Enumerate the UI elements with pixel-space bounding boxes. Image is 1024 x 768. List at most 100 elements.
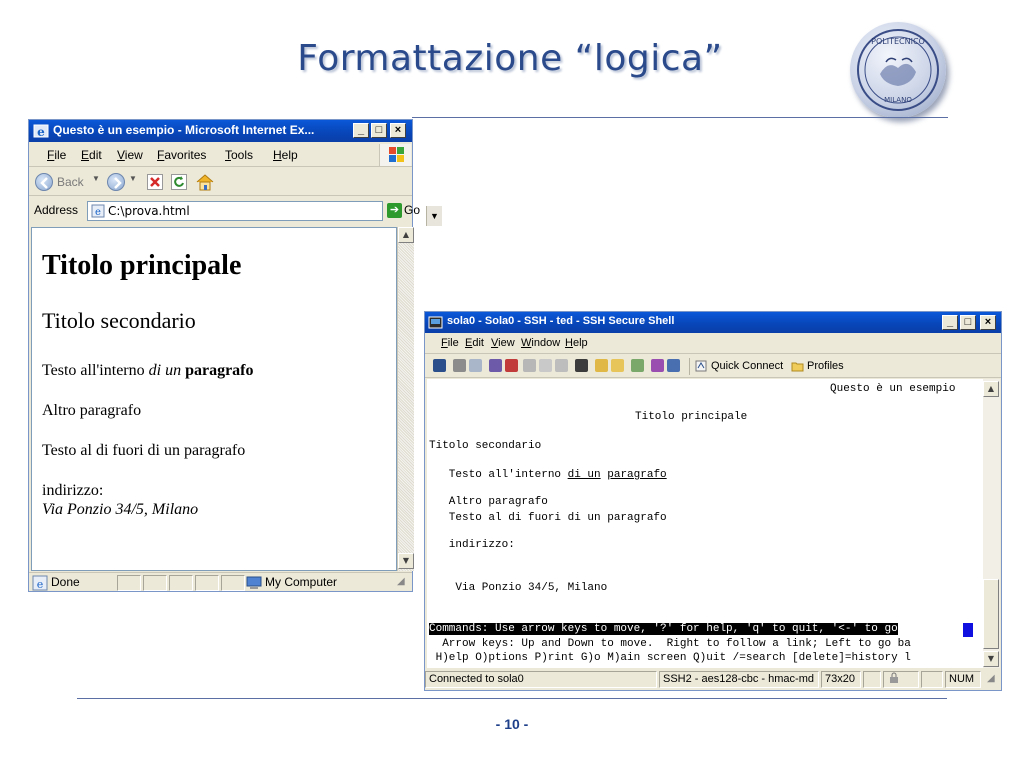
print-icon[interactable]	[453, 359, 466, 372]
profiles-button[interactable]: Profiles	[807, 360, 844, 372]
stop-icon[interactable]	[147, 174, 163, 190]
terminal-line: H)elp O)ptions P)rint G)o M)ain screen Q…	[429, 652, 911, 664]
resize-grip-icon[interactable]: ◢	[987, 673, 995, 684]
status-cell	[883, 671, 919, 688]
go-label: Go	[404, 203, 421, 217]
save-icon[interactable]	[433, 359, 446, 372]
terminal-size: 73x20	[821, 671, 861, 688]
back-button-label[interactable]: Back	[57, 175, 84, 189]
refresh-icon[interactable]	[171, 174, 187, 190]
scroll-down-icon[interactable]: ▼	[983, 651, 999, 667]
ssh-app-icon	[428, 316, 443, 329]
connection-status: Connected to sola0	[425, 671, 657, 688]
status-cell	[143, 575, 167, 591]
maximize-icon[interactable]: □	[960, 315, 976, 330]
status-cell	[169, 575, 193, 591]
terminal-command-bar: Commands: Use arrow keys to move, '?' fo…	[429, 623, 898, 635]
ie-page-content: Titolo principale Titolo secondario Test…	[31, 227, 397, 571]
svg-text:e: e	[37, 125, 45, 139]
num-lock-status: NUM	[945, 671, 981, 688]
go-arrow-icon: ➔	[387, 203, 402, 218]
ie-status-bar: e Done My Computer ◢	[29, 572, 412, 592]
address-bar: Address e C:\prova.html ▼ ➔ Go	[29, 197, 442, 226]
sftp-icon[interactable]	[631, 359, 644, 372]
menu-favorites[interactable]: Favorites	[157, 148, 206, 162]
clipboard-icon[interactable]	[555, 359, 568, 372]
forward-arrow-icon[interactable]	[107, 173, 125, 191]
print-preview-icon[interactable]	[469, 359, 482, 372]
windows-flag-icon	[379, 144, 411, 166]
address-dropdown-icon[interactable]: ▼	[426, 206, 442, 226]
ssh-window: sola0 - Sola0 - SSH - ted - SSH Secure S…	[424, 311, 1002, 691]
done-page-icon: e	[32, 575, 48, 591]
go-button[interactable]: ➔ Go	[387, 202, 420, 220]
slide-title: Formattazione “logica”	[297, 38, 723, 79]
disconnect-icon[interactable]	[505, 359, 518, 372]
address-label: Address	[34, 203, 79, 217]
address-value: C:\prova.html	[108, 204, 190, 218]
paragraph-3: Testo al di fuori di un paragrafo	[42, 442, 246, 459]
status-cell	[921, 671, 943, 688]
menu-help[interactable]: Help	[565, 337, 588, 349]
maximize-icon[interactable]: □	[371, 123, 387, 138]
resize-grip-icon[interactable]: ◢	[397, 576, 405, 587]
svg-text:POLITECNICO: POLITECNICO	[871, 37, 925, 46]
menu-file[interactable]: File	[47, 148, 66, 162]
zone-text: My Computer	[265, 575, 338, 589]
forward-dropdown-icon[interactable]: ▼	[129, 174, 137, 183]
ssh-menubar: File Edit View Window Help	[425, 334, 1001, 354]
scroll-up-icon[interactable]: ▲	[398, 227, 414, 243]
scroll-down-icon[interactable]: ▼	[398, 553, 414, 569]
help-pointer-icon[interactable]	[667, 359, 680, 372]
settings-icon[interactable]	[489, 359, 502, 372]
terminal-line: Via Ponzio 34/5, Milano	[429, 582, 608, 594]
home-icon[interactable]	[195, 172, 215, 192]
folder-icon[interactable]	[595, 359, 608, 372]
open-folder-icon[interactable]	[611, 359, 624, 372]
svg-text:e: e	[37, 578, 44, 591]
status-cell	[221, 575, 245, 591]
back-arrow-icon[interactable]	[35, 173, 53, 191]
minimize-icon[interactable]: _	[942, 315, 958, 330]
minimize-icon[interactable]: _	[353, 123, 369, 138]
menu-tools[interactable]: Tools	[225, 148, 253, 162]
address-input[interactable]: e C:\prova.html ▼	[87, 201, 442, 226]
find-icon[interactable]	[575, 359, 588, 372]
terminal-line: Arrow keys: Up and Down to move. Right t…	[429, 638, 911, 650]
address-text: Via Ponzio 34/5, Milano	[42, 501, 199, 518]
ssh-window-title: sola0 - Sola0 - SSH - ted - SSH Secure S…	[447, 315, 675, 327]
menu-view[interactable]: View	[491, 337, 515, 349]
scroll-thumb[interactable]	[983, 579, 999, 649]
menu-view[interactable]: View	[117, 148, 143, 162]
ssh-titlebar[interactable]: sola0 - Sola0 - SSH - ted - SSH Secure S…	[425, 312, 1001, 333]
paste-icon[interactable]	[539, 359, 552, 372]
quick-connect-icon	[695, 360, 707, 372]
back-dropdown-icon[interactable]: ▼	[92, 174, 100, 183]
menu-file[interactable]: File	[441, 337, 459, 349]
terminal-output[interactable]: Questo è un esempio Titolo principale Ti…	[427, 379, 983, 668]
page-heading-1: Titolo principale	[42, 250, 242, 281]
top-divider	[412, 117, 948, 118]
close-icon[interactable]: ×	[980, 315, 996, 330]
menu-edit[interactable]: Edit	[81, 148, 102, 162]
scroll-up-icon[interactable]: ▲	[983, 381, 999, 397]
menu-edit[interactable]: Edit	[465, 337, 484, 349]
address-label-text: indirizzo:	[42, 482, 104, 499]
my-computer-icon	[246, 576, 262, 589]
copy-icon[interactable]	[523, 359, 536, 372]
svg-text:e: e	[95, 207, 101, 218]
ie-scrollbar[interactable]: ▲ ▼	[397, 227, 414, 571]
menu-help[interactable]: Help	[273, 148, 298, 162]
status-cell	[117, 575, 141, 591]
quick-connect-button[interactable]: Quick Connect	[711, 360, 783, 372]
tool-icon[interactable]	[651, 359, 664, 372]
ie-titlebar[interactable]: e Questo è un esempio - Microsoft Intern…	[29, 120, 412, 142]
page-heading-2: Titolo secondario	[42, 308, 196, 333]
terminal-line: Altro paragrafo	[429, 496, 548, 508]
close-icon[interactable]: ×	[390, 123, 406, 138]
ie-menubar: File Edit View Favorites Tools Help	[29, 143, 412, 167]
ssh-scrollbar[interactable]: ▲ ▼	[983, 379, 1000, 668]
terminal-line: Questo è un esempio	[830, 383, 956, 395]
ie-window: e Questo è un esempio - Microsoft Intern…	[28, 119, 442, 592]
menu-window[interactable]: Window	[521, 337, 560, 349]
